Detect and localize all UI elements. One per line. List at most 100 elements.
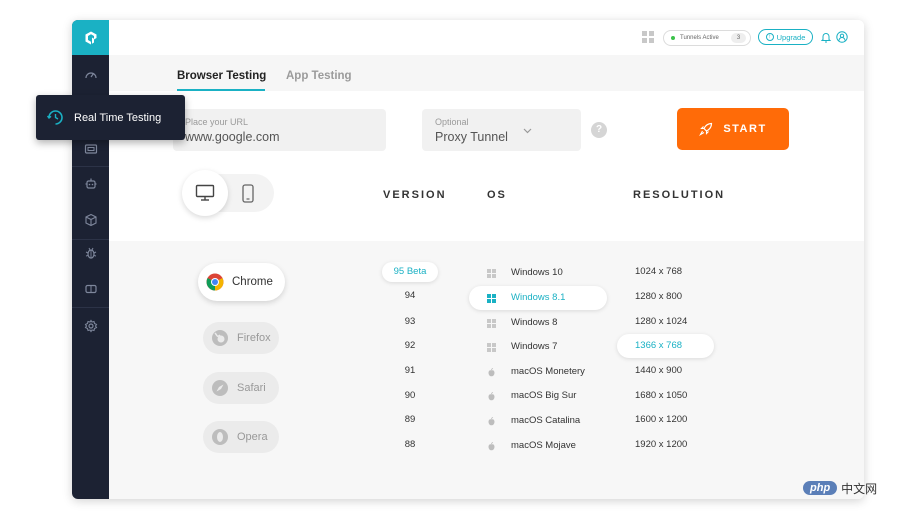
os-item[interactable]: Windows 10 (469, 261, 607, 285)
logo-icon (85, 31, 96, 44)
resolution-item[interactable]: 1440 x 900 (617, 359, 714, 383)
logo[interactable] (72, 20, 109, 55)
windows-icon (487, 343, 496, 352)
bug-icon (85, 247, 96, 259)
upgrade-label: Upgrade (776, 32, 806, 42)
version-item[interactable]: 90 (382, 386, 438, 406)
version-item[interactable]: 93 (382, 312, 438, 332)
firefox-icon (212, 330, 228, 346)
os-label: Windows 8 (511, 317, 558, 328)
plug-icon (84, 284, 97, 294)
help-icon[interactable]: ? (591, 122, 607, 138)
user-avatar-icon[interactable] (836, 31, 848, 43)
opera-icon (212, 429, 228, 445)
browser-safari[interactable]: Safari (203, 372, 279, 404)
realtime-clock-icon (46, 110, 63, 125)
windows-icon (487, 269, 496, 278)
tab-browser-testing[interactable]: Browser Testing (177, 70, 266, 82)
os-label: Windows 7 (511, 341, 558, 352)
tooltip-label: Real Time Testing (74, 111, 162, 124)
status-dot (671, 36, 675, 40)
app-window: Tunnels Active 3 ↑ Upgrade Browser Testi… (72, 20, 864, 499)
device-toggle (182, 170, 274, 216)
version-item[interactable]: 95 Beta (382, 262, 438, 282)
watermark-text: 中文网 (841, 481, 878, 496)
os-item[interactable]: Windows 7 (469, 335, 607, 359)
sidebar-item-automation[interactable] (72, 167, 109, 201)
top-bar: Tunnels Active 3 ↑ Upgrade (109, 20, 864, 55)
browser-label: Opera (237, 431, 268, 443)
os-item[interactable]: Windows 8 (469, 311, 607, 335)
resolution-item[interactable]: 1024 x 768 (617, 260, 714, 284)
tunnels-status[interactable]: Tunnels Active 3 (663, 30, 751, 46)
sidebar-divider (72, 307, 109, 308)
apple-icon (488, 392, 495, 401)
sidebar-item-integrations[interactable] (72, 272, 109, 306)
url-value: www.google.com (185, 130, 280, 144)
start-button[interactable]: START (677, 108, 789, 150)
os-item[interactable]: macOS Big Sur (469, 384, 607, 408)
version-item[interactable]: 94 (382, 286, 438, 306)
apps-grid-icon[interactable] (642, 31, 654, 43)
os-label: macOS Big Sur (511, 390, 577, 401)
rocket-icon (699, 122, 713, 136)
browser-label: Chrome (232, 276, 273, 288)
browser-chrome[interactable]: Chrome (198, 263, 285, 301)
browser-label: Safari (237, 382, 266, 394)
resolution-column-header: RESOLUTION (633, 189, 726, 201)
screenshot-icon (84, 144, 97, 154)
url-input[interactable]: Place your URL www.google.com (173, 109, 386, 151)
resolution-item[interactable]: 1680 x 1050 (617, 384, 714, 408)
desktop-toggle-button[interactable] (182, 170, 228, 216)
chrome-icon (206, 273, 224, 291)
robot-icon (85, 178, 96, 189)
os-label: macOS Catalina (511, 415, 581, 426)
windows-icon (487, 319, 496, 328)
proxy-tunnel-select[interactable]: Optional Proxy Tunnel (422, 109, 581, 151)
os-label: Windows 8.1 (511, 292, 566, 303)
tab-app-testing[interactable]: App Testing (286, 70, 352, 82)
version-item[interactable]: 92 (382, 336, 438, 356)
resolution-item[interactable]: 1600 x 1200 (617, 408, 714, 432)
apple-icon (488, 417, 495, 426)
version-column-header: VERSION (383, 189, 447, 201)
url-placeholder: Place your URL (185, 117, 249, 127)
sidebar-item-issues[interactable] (72, 236, 109, 270)
selection-panel: Chrome Firefox Safari Opera 95 Beta 94 9… (109, 241, 864, 499)
tunnels-label: Tunnels Active (680, 35, 719, 41)
tab-bar: Browser Testing App Testing (109, 55, 864, 91)
sidebar-item-dashboard[interactable] (72, 58, 109, 92)
browser-firefox[interactable]: Firefox (203, 322, 279, 354)
os-label: macOS Mojave (511, 440, 576, 451)
resolution-item[interactable]: 1366 x 768 (617, 334, 714, 358)
realtime-testing-tooltip[interactable]: Real Time Testing (36, 95, 185, 140)
resolution-item[interactable]: 1920 x 1200 (617, 433, 714, 457)
resolution-item[interactable]: 1280 x 1024 (617, 310, 714, 334)
os-item[interactable]: macOS Mojave (469, 434, 607, 458)
sidebar-item-builds[interactable] (72, 203, 109, 237)
sidebar-item-settings[interactable] (72, 309, 109, 343)
mobile-toggle-button[interactable] (238, 182, 258, 204)
apple-icon (488, 442, 495, 451)
cube-icon (84, 213, 97, 227)
version-item[interactable]: 88 (382, 435, 438, 455)
os-column-header: OS (487, 189, 507, 201)
watermark-brand: php (803, 481, 838, 495)
os-label: macOS Monetery (511, 366, 585, 377)
bell-icon[interactable] (820, 31, 832, 43)
browser-opera[interactable]: Opera (203, 421, 279, 453)
upgrade-button[interactable]: ↑ Upgrade (758, 29, 813, 45)
version-item[interactable]: 89 (382, 410, 438, 430)
mobile-icon (242, 183, 254, 203)
os-item[interactable]: macOS Catalina (469, 409, 607, 433)
os-item[interactable]: Windows 8.1 (469, 286, 607, 310)
os-item[interactable]: macOS Monetery (469, 360, 607, 384)
active-tab-underline (177, 89, 265, 91)
browser-label: Firefox (237, 332, 271, 344)
desktop-icon (195, 184, 215, 201)
speedometer-icon (84, 72, 97, 79)
safari-icon (212, 380, 228, 396)
version-item[interactable]: 91 (382, 361, 438, 381)
resolution-item[interactable]: 1280 x 800 (617, 285, 714, 309)
apple-icon (488, 368, 495, 377)
